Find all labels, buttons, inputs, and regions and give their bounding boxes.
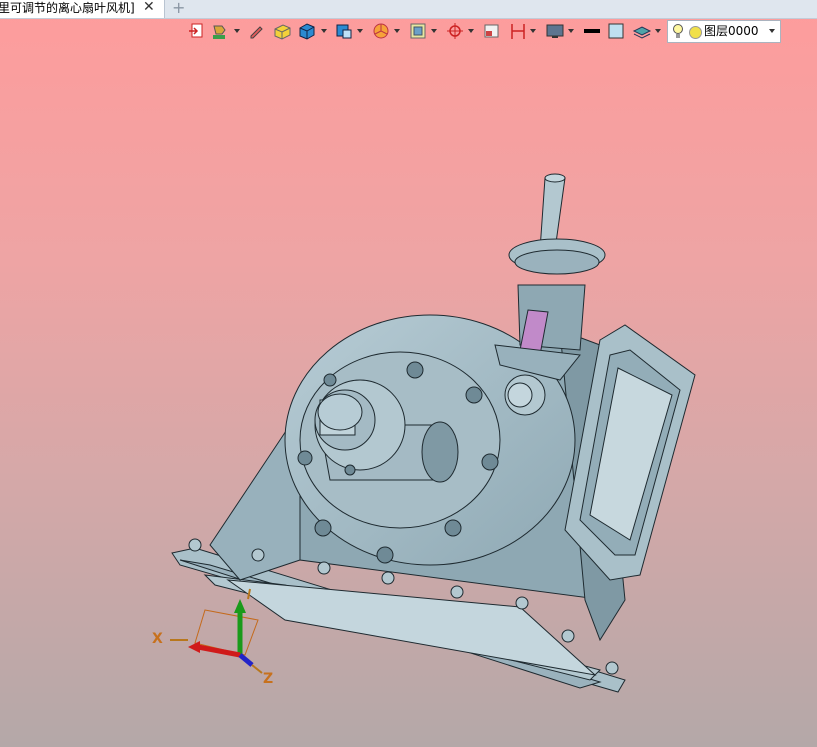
solid-box-icon[interactable] [272,20,292,42]
target-dropdown-icon[interactable] [468,29,474,33]
layer-color-icon [689,26,702,39]
layer-selector[interactable]: 图层0000 [667,20,781,43]
layer-stack-dropdown-icon[interactable] [655,29,661,33]
frame-icon[interactable] [408,20,428,42]
chevron-down-icon[interactable] [769,29,775,33]
axis-triad [170,588,263,674]
square-icon[interactable] [606,20,626,42]
pie-section-icon[interactable] [371,20,391,42]
tab-title: 里可调节的离心扇叶风机] [0,1,135,15]
layer-name: 图层0000 [704,24,759,38]
panel-icon[interactable] [482,20,502,42]
cube-dropdown-icon[interactable] [321,29,327,33]
pencil-icon[interactable] [246,20,266,42]
tab-bar: 里可调节的离心扇叶风机] ✕ + [0,0,817,19]
target-icon[interactable] [445,20,465,42]
fan-model[interactable] [0,0,817,747]
axis-z-label: Z [263,671,274,687]
line-black-icon[interactable] [582,20,602,42]
frame-dropdown-icon[interactable] [431,29,437,33]
cube-icon[interactable] [297,20,317,42]
monitor-dropdown-icon[interactable] [568,29,574,33]
3d-viewport[interactable]: X Z [0,0,817,747]
measure-icon[interactable] [508,20,528,42]
paint-icon[interactable] [210,20,230,42]
axis-x-label: X [152,631,163,647]
view-dropdown-icon[interactable] [357,29,363,33]
monitor-icon[interactable] [545,20,565,42]
measure-dropdown-icon[interactable] [530,29,536,33]
bulb-icon[interactable] [672,24,684,39]
layer-stack-icon[interactable] [632,20,652,42]
view-cube-icon[interactable] [334,20,354,42]
paint-dropdown-icon[interactable] [234,29,240,33]
document-tab[interactable]: 里可调节的离心扇叶风机] ✕ [0,0,165,18]
section-dropdown-icon[interactable] [394,29,400,33]
close-icon[interactable]: ✕ [143,0,155,16]
new-tab-icon[interactable]: + [172,0,185,17]
import-icon[interactable] [186,20,206,42]
